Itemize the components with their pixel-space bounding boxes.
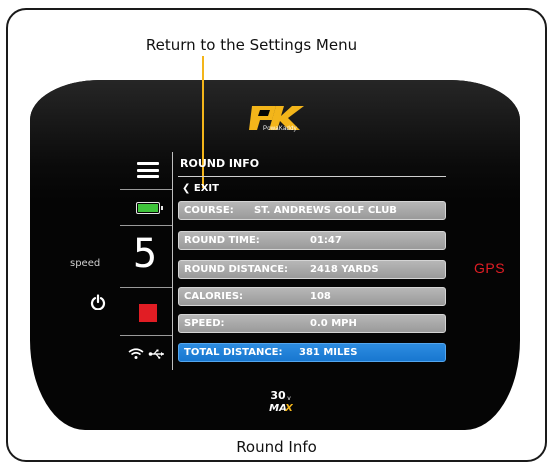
row-value: 381 MILES [299,347,358,358]
row-label: CALORIES: [184,291,244,302]
divider [120,335,172,336]
chevron-left-icon: ❮ [182,183,191,194]
logo-text: PowaKaddy [263,126,297,132]
gps-label: GPS [474,260,506,276]
divider [120,189,172,190]
battery-icon [136,202,163,214]
model-logo: 30 v MA X [269,389,293,414]
title-underline [178,176,446,177]
divider [120,287,172,288]
info-row-round-distance[interactable]: ROUND DISTANCE: 2418 YARDS [178,260,446,279]
row-label: COURSE: [184,205,234,216]
svg-text:30: 30 [270,389,286,402]
row-label: TOTAL DISTANCE: [184,347,283,358]
callout-caption: Return to the Settings Menu [145,36,358,54]
stop-icon[interactable] [139,304,157,322]
screen-title: ROUND INFO [180,157,260,170]
svg-text:v: v [287,395,291,402]
row-label: ROUND TIME: [184,235,260,246]
row-value: 01:47 [310,235,342,246]
device-shine [30,80,520,200]
info-row-round-time[interactable]: ROUND TIME: 01:47 [178,231,446,250]
row-label: SPEED: [184,318,225,329]
info-row-total-distance[interactable]: TOTAL DISTANCE: 381 MILES [178,343,446,362]
figure-caption: Round Info [236,438,317,456]
speed-value: 5 [132,231,158,277]
speed-label: speed [70,258,101,269]
info-row-calories[interactable]: CALORIES: 108 [178,287,446,306]
svg-text:X: X [284,403,293,414]
connectivity-icons [128,347,166,360]
row-value: 0.0 MPH [310,318,357,329]
row-label: ROUND DISTANCE: [184,264,289,275]
powakaddy-logo [249,106,304,130]
wifi-icon [128,348,144,359]
row-value: 2418 YARDS [310,264,379,275]
info-row-speed[interactable]: SPEED: 0.0 MPH [178,314,446,333]
battery-fill [138,204,158,212]
panel-divider [172,152,173,370]
power-icon[interactable] [90,294,106,310]
divider [120,225,172,226]
info-row-course[interactable]: COURSE: ST. ANDREWS GOLF CLUB [178,201,446,220]
menu-icon[interactable] [137,162,159,178]
exit-button[interactable]: ❮ EXIT [182,183,219,194]
row-value: ST. ANDREWS GOLF CLUB [254,205,397,216]
usb-icon [148,349,164,359]
exit-label: EXIT [193,183,219,194]
row-value: 108 [310,291,331,302]
